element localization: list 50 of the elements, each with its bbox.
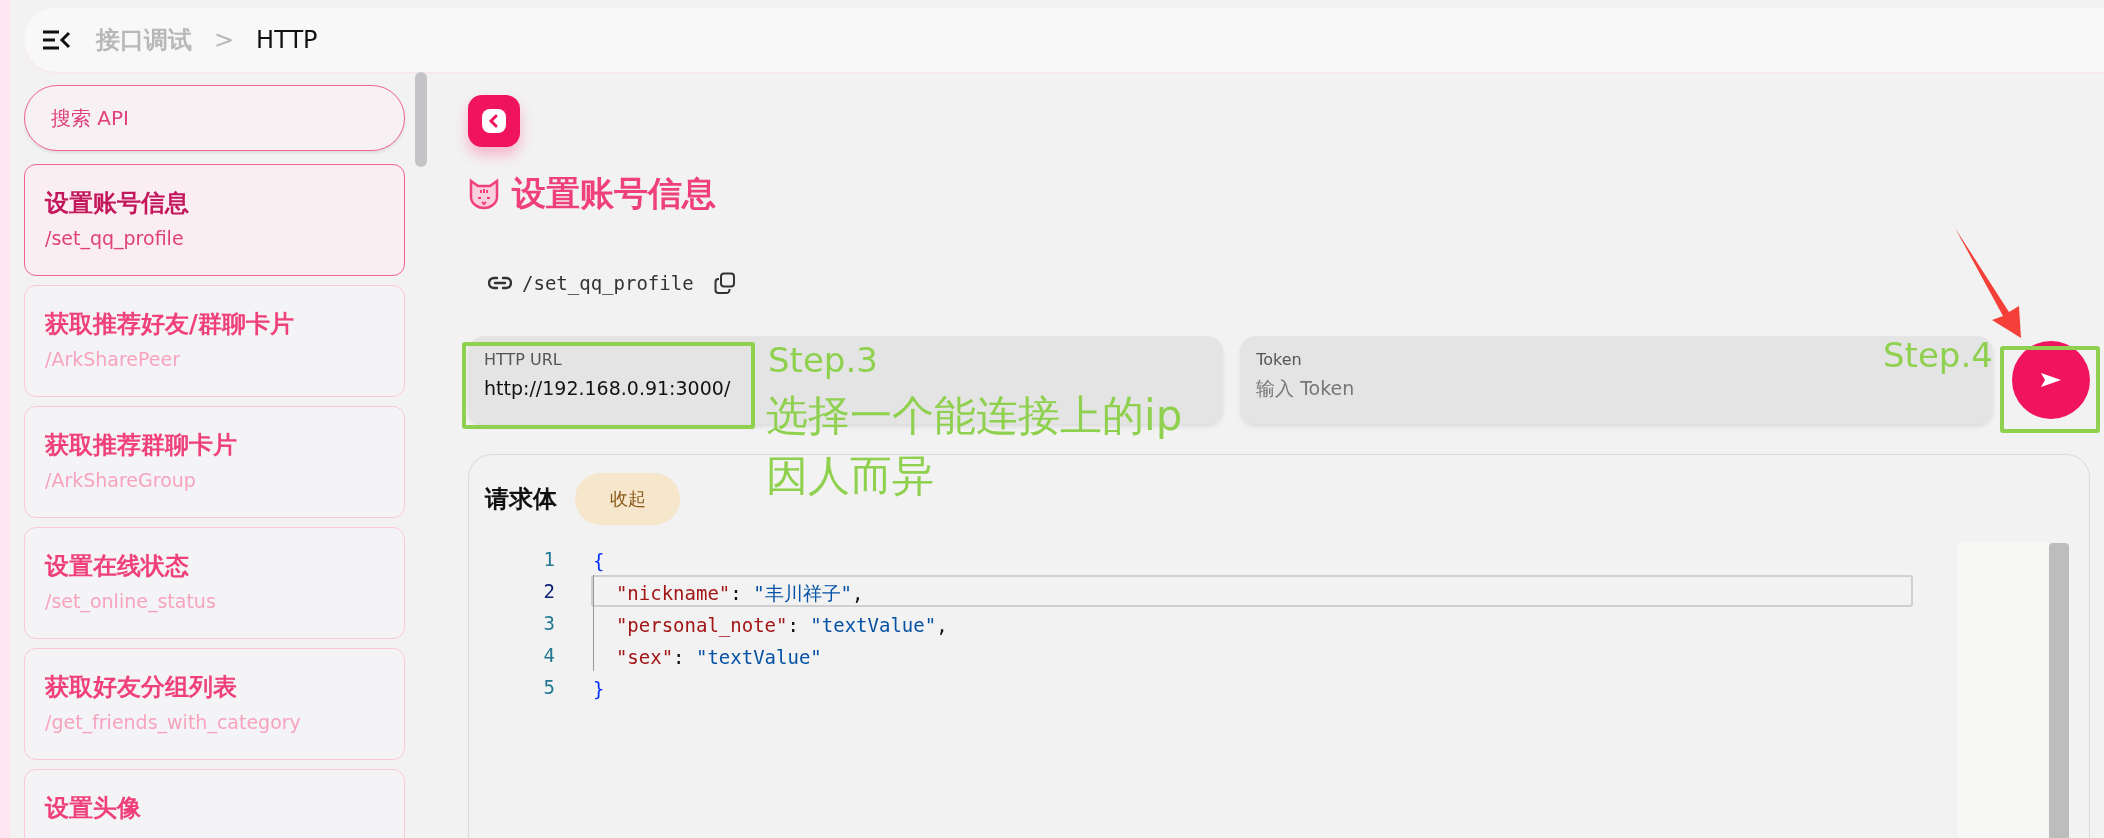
api-title: 获取推荐群聊卡片 (45, 430, 238, 461)
annotation-text: Step.3 (768, 343, 878, 377)
code-line: } (592, 677, 606, 702)
chevron-left-icon (481, 108, 507, 134)
code-line: { (592, 549, 606, 574)
link-icon (488, 276, 512, 290)
page-title: 设置账号信息 (512, 172, 716, 215)
code-line: "sex": "textValue" (614, 645, 823, 670)
line-number: 3 (542, 611, 555, 636)
api-list-item[interactable]: 获取推荐群聊卡片 /ArkShareGroup (24, 406, 405, 518)
back-button[interactable] (468, 95, 520, 147)
search-field[interactable]: 搜索 API (24, 85, 405, 151)
input-field[interactable]: 输入 Token (1256, 377, 1978, 399)
annotation-text: 选择一个能连接上的ip (766, 395, 1183, 437)
api-path: /set_online_status (45, 590, 217, 612)
api-path: /set_qq_profile (45, 227, 185, 249)
line-number: 4 (542, 643, 555, 668)
field-label: HTTP URL (484, 350, 562, 369)
api-list-item[interactable]: 设置账号信息 /set_qq_profile (24, 164, 405, 276)
endpoint-path: /set_qq_profile (522, 272, 694, 294)
scrollbar[interactable] (415, 72, 427, 167)
line-number: 2 (542, 579, 555, 604)
line-number: 5 (542, 675, 555, 700)
breadcrumb-item[interactable]: HTTP (256, 26, 318, 54)
annotation-text: 因人而异 (766, 455, 934, 497)
api-title: 设置头像 (45, 793, 142, 824)
api-path: /ArkSharePeer (45, 348, 181, 370)
api-title: 设置账号信息 (45, 188, 190, 219)
line-number: 1 (542, 547, 555, 572)
api-title: 设置在线状态 (45, 551, 190, 582)
api-path: /get_friends_with_category (45, 711, 302, 733)
section-title: 请求体 (485, 484, 557, 515)
send-icon (2040, 372, 2063, 388)
api-title: 获取好友分组列表 (45, 672, 238, 703)
api-path: /ArkShareGroup (45, 469, 197, 491)
field-label: Token (1256, 350, 1302, 369)
cat-icon (468, 178, 500, 210)
api-list-item[interactable]: 设置在线状态 /set_online_status (24, 527, 405, 639)
scrollbar[interactable] (2049, 543, 2069, 838)
api-list-item[interactable]: 获取好友分组列表 /get_friends_with_category (24, 648, 405, 760)
collapse-button[interactable]: 收起 (575, 473, 680, 525)
code-line: "personal_note": "textValue", (614, 613, 949, 639)
api-list-item[interactable]: 设置头像 (24, 769, 405, 838)
breadcrumb-item[interactable]: 接口调试 (96, 24, 192, 56)
menu-icon[interactable] (42, 30, 70, 50)
breadcrumb-separator: > (214, 26, 235, 54)
api-title: 获取推荐好友/群聊卡片 (45, 309, 295, 340)
annotation-text: Step.4 (1883, 338, 1993, 372)
api-list-item[interactable]: 获取推荐好友/群聊卡片 /ArkSharePeer (24, 285, 405, 397)
copy-icon[interactable] (713, 272, 736, 294)
